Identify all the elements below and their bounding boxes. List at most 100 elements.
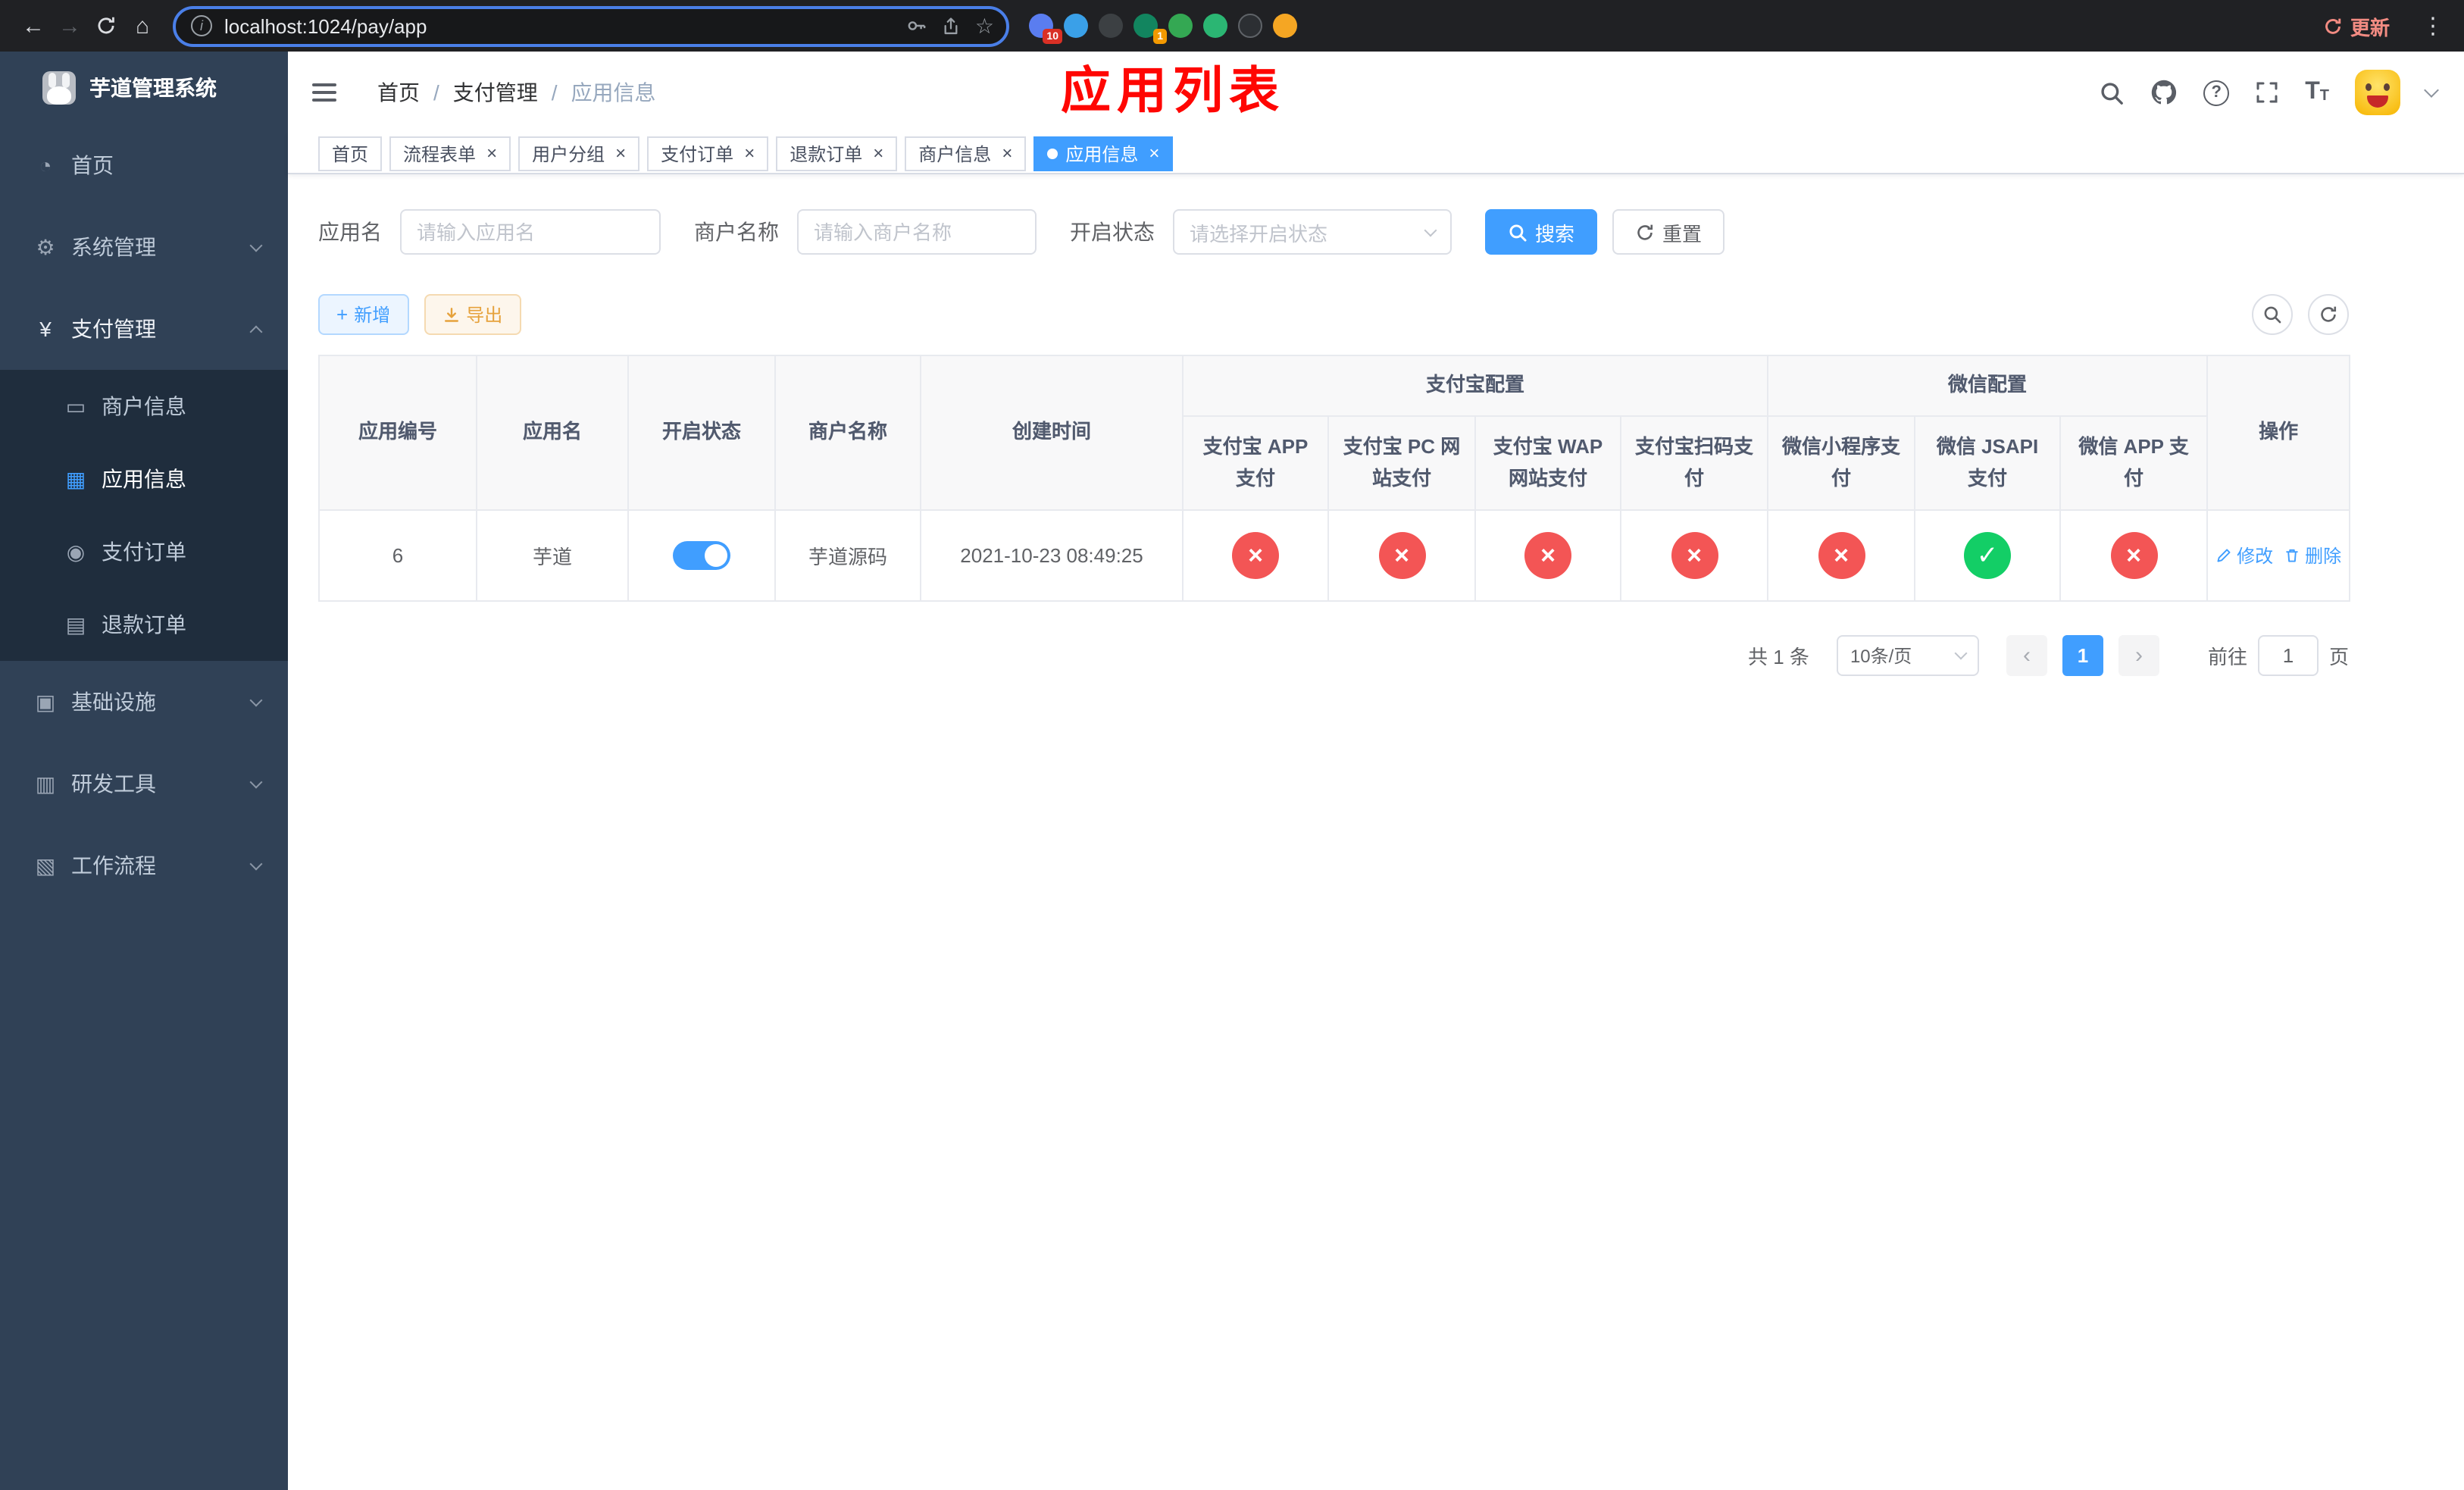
browser-home-icon[interactable]: ⌂ xyxy=(124,8,161,44)
breadcrumb-separator: / xyxy=(433,80,439,105)
search-button[interactable]: 搜索 xyxy=(1485,209,1598,255)
page-size-select[interactable]: 10条/页 xyxy=(1836,635,1979,676)
browser-reload-icon[interactable] xyxy=(88,8,124,44)
sidebar-collapse-icon[interactable] xyxy=(312,83,336,102)
avatar-dropdown-caret-icon[interactable] xyxy=(2424,82,2439,97)
browser-forward-icon[interactable]: → xyxy=(52,8,88,44)
breadcrumb-home[interactable]: 首页 xyxy=(377,77,420,108)
sidebar-item-home[interactable]: ◔ 首页 xyxy=(0,124,288,206)
edit-button[interactable]: 修改 xyxy=(2215,543,2273,568)
chevron-down-icon xyxy=(1954,646,1968,660)
grid-icon: ▦ xyxy=(65,466,86,490)
export-button[interactable]: 导出 xyxy=(424,294,521,335)
sidebar-item-label: 支付订单 xyxy=(102,540,186,564)
breadcrumb-separator: / xyxy=(551,80,558,105)
content: 应用名 商户名称 开启状态 请选择开启状态 搜索 重置 xyxy=(288,174,2464,676)
close-icon[interactable]: × xyxy=(744,144,755,162)
close-icon[interactable]: × xyxy=(1002,144,1012,162)
cell-app-name: 芋道 xyxy=(476,509,629,602)
close-icon[interactable]: × xyxy=(615,144,626,162)
delete-button[interactable]: 删除 xyxy=(2284,543,2341,568)
status-label: 开启状态 xyxy=(1070,220,1155,244)
reset-button[interactable]: 重置 xyxy=(1612,209,1725,255)
table-settings xyxy=(2252,294,2349,335)
extension-icon-4[interactable]: 1 xyxy=(1134,14,1167,44)
extension-icon-3[interactable] xyxy=(1099,14,1123,38)
close-icon[interactable]: × xyxy=(873,144,883,162)
browser-menu-icon[interactable]: ⋮ xyxy=(2417,12,2449,39)
toggle-search-icon[interactable] xyxy=(2252,294,2293,335)
breadcrumb: 首页 / 支付管理 / 应用信息 xyxy=(377,77,656,108)
site-info-icon[interactable]: i xyxy=(191,15,212,36)
app-name-input[interactable] xyxy=(400,209,661,255)
group-header-wechat: 微信配置 xyxy=(1767,355,2209,417)
cell-created: 2021-10-23 08:49:25 xyxy=(920,509,1184,602)
close-icon[interactable]: × xyxy=(486,144,497,162)
url-text[interactable]: localhost:1024/pay/app xyxy=(224,14,427,37)
merchant-name-input[interactable] xyxy=(797,209,1037,255)
browser-back-icon[interactable]: ← xyxy=(15,8,52,44)
bookmark-star-icon[interactable]: ☆ xyxy=(975,15,994,36)
sidebar-item-system[interactable]: ⚙ 系统管理 xyxy=(0,206,288,288)
sidebar-item-infrastructure[interactable]: ▣ 基础设施 xyxy=(0,661,288,743)
status-toggle[interactable] xyxy=(673,541,730,570)
chrome-update-button[interactable]: 更新 xyxy=(2311,7,2402,45)
tab-merchant-info[interactable]: 商户信息 × xyxy=(905,136,1027,171)
add-button[interactable]: + 新增 xyxy=(318,294,409,335)
tab-flow-form[interactable]: 流程表单 × xyxy=(389,136,511,171)
password-key-icon[interactable] xyxy=(907,15,928,36)
extension-icon-6[interactable] xyxy=(1203,14,1227,38)
fullscreen-icon[interactable] xyxy=(2255,80,2279,105)
sidebar-item-dev-tools[interactable]: ▥ 研发工具 xyxy=(0,743,288,825)
sidebar-item-workflow[interactable]: ▧ 工作流程 xyxy=(0,825,288,906)
address-bar[interactable]: i localhost:1024/pay/app ☆ xyxy=(173,5,1009,46)
channel-alipay-qr-status: × xyxy=(1671,532,1718,579)
page-1-button[interactable]: 1 xyxy=(2062,635,2103,676)
cell-actions: 修改 删除 xyxy=(2206,509,2351,602)
col-header-alipay-pc: 支付宝 PC 网站支付 xyxy=(1327,415,1476,511)
extension-icon-7[interactable] xyxy=(1238,14,1262,38)
sidebar-item-label: 研发工具 xyxy=(71,772,156,796)
sidebar-subitem-pay-order[interactable]: ◉ 支付订单 xyxy=(0,515,288,588)
col-header-created: 创建时间 xyxy=(920,355,1184,511)
extension-icon-8[interactable] xyxy=(1273,14,1297,38)
col-header-alipay-wap: 支付宝 WAP 网站支付 xyxy=(1474,415,1621,511)
close-icon[interactable]: × xyxy=(1149,144,1159,162)
github-icon[interactable] xyxy=(2150,79,2178,106)
extension-icon-2[interactable] xyxy=(1064,14,1088,38)
pagination: 共 1 条 10条/页 ‹ 1 › 前往 页 xyxy=(318,635,2349,676)
tab-user-group[interactable]: 用户分组 × xyxy=(518,136,640,171)
channel-wx-app-status: × xyxy=(2110,532,2158,579)
extension-icon-5[interactable] xyxy=(1168,14,1193,38)
goto-page-input[interactable] xyxy=(2257,635,2319,676)
channel-wx-jsapi-status: ✓ xyxy=(1964,532,2012,579)
group-header-alipay: 支付宝配置 xyxy=(1181,355,1769,417)
font-size-icon[interactable]: TT xyxy=(2305,80,2329,105)
sidebar-item-label: 基础设施 xyxy=(71,690,156,714)
help-icon[interactable]: ? xyxy=(2203,80,2230,105)
extension-icon-1[interactable]: 10 xyxy=(1029,14,1062,44)
tab-refund-order[interactable]: 退款订单 × xyxy=(776,136,898,171)
total-count: 共 1 条 xyxy=(1748,646,1809,668)
tab-home[interactable]: 首页 xyxy=(318,136,383,171)
next-page-button[interactable]: › xyxy=(2118,635,2159,676)
refresh-icon[interactable] xyxy=(2308,294,2349,335)
app-logo[interactable]: 芋道管理系统 xyxy=(0,52,288,124)
sidebar-item-label: 商户信息 xyxy=(102,394,186,418)
search-icon[interactable] xyxy=(2099,80,2125,105)
status-select[interactable]: 请选择开启状态 xyxy=(1173,209,1452,255)
tab-pay-order[interactable]: 支付订单 × xyxy=(647,136,769,171)
sidebar-item-payment[interactable]: ¥ 支付管理 xyxy=(0,288,288,370)
gear-icon: ⚙ xyxy=(36,234,55,258)
share-icon[interactable] xyxy=(942,16,962,36)
breadcrumb-payment[interactable]: 支付管理 xyxy=(453,77,538,108)
sidebar-subitem-merchant-info[interactable]: ▭ 商户信息 xyxy=(0,370,288,443)
sidebar-subitem-refund-order[interactable]: ▤ 退款订单 xyxy=(0,588,288,661)
logo-avatar xyxy=(42,71,76,105)
sidebar-subitem-app-info[interactable]: ▦ 应用信息 xyxy=(0,443,288,515)
tab-app-info[interactable]: 应用信息 × xyxy=(1033,136,1174,171)
prev-page-button[interactable]: ‹ xyxy=(2006,635,2047,676)
extension-icons: 10 1 xyxy=(1029,14,1297,44)
user-avatar[interactable] xyxy=(2355,70,2400,115)
yen-icon: ¥ xyxy=(39,317,52,341)
